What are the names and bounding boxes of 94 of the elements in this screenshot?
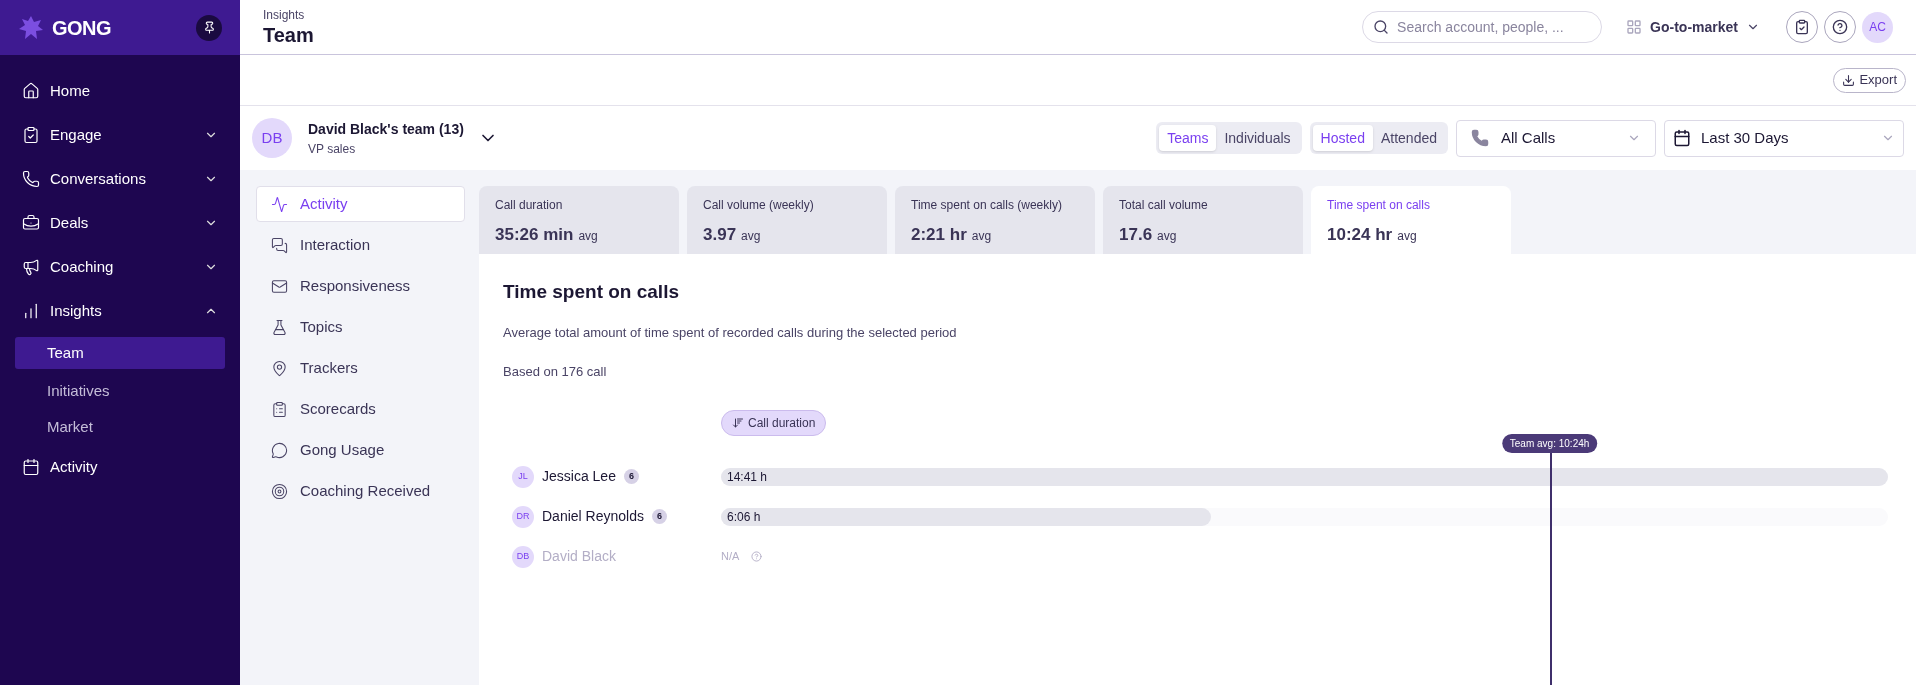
- target-icon: [271, 482, 288, 500]
- duration-bar: 6:06 h: [721, 507, 1212, 526]
- sidebar-item[interactable]: Insights: [0, 289, 240, 333]
- sidebar-subitem[interactable]: Initiatives: [15, 373, 225, 409]
- panel-title: Time spent on calls: [503, 280, 680, 304]
- person-avatar: JL: [512, 465, 534, 488]
- clipboard-icon: [271, 400, 288, 418]
- toggle-tab[interactable]: Hosted: [1312, 125, 1373, 151]
- metric-label: Call volume (weekly): [703, 197, 815, 214]
- pin-button[interactable]: [196, 14, 222, 41]
- pulse-icon: [271, 195, 288, 213]
- metric-unit: avg: [971, 228, 992, 245]
- phone-icon: [1471, 129, 1489, 147]
- metric-value: 10:24 hr: [1327, 224, 1393, 246]
- metric-label: Call duration: [495, 197, 564, 214]
- person-avatar: DB: [512, 545, 534, 568]
- call-count-badge: 6: [623, 469, 639, 484]
- call-type-dropdown[interactable]: All Calls: [1456, 119, 1656, 157]
- workspace-dropdown[interactable]: Go-to-market: [1626, 16, 1760, 38]
- clipboard-icon: [1794, 19, 1810, 35]
- metric-unit: avg: [741, 228, 761, 245]
- calendar-icon: [1673, 129, 1691, 147]
- metric-unit: avg: [578, 228, 598, 245]
- metric-card[interactable]: Time spent on calls 10:24 hr avg: [1311, 186, 1511, 254]
- metric-nav-item[interactable]: Trackers: [256, 350, 465, 386]
- panel-description: Average total amount of time spent of recorded calls during the selected period: [503, 323, 958, 342]
- sidebar-subitem[interactable]: Market: [15, 409, 225, 445]
- sidebar-item[interactable]: Home: [0, 69, 240, 113]
- phone-icon: [22, 170, 40, 188]
- sidebar-item[interactable]: Deals: [0, 201, 240, 245]
- no-data-text: N/A: [721, 549, 740, 565]
- sort-icon: [732, 416, 744, 429]
- user-avatar[interactable]: AC: [1862, 11, 1893, 43]
- page-title: Team: [263, 23, 315, 47]
- team-name[interactable]: David Black's team (13): [308, 118, 464, 140]
- metric-label: Total call volume: [1119, 197, 1209, 214]
- home-icon: [22, 82, 40, 100]
- logo-text: GONG: [52, 15, 112, 41]
- metric-nav-item[interactable]: Scorecards: [256, 391, 465, 427]
- help-icon: [1832, 19, 1848, 35]
- metric-card[interactable]: Call duration 35:26 min avg: [479, 186, 679, 254]
- sidebar-subitem[interactable]: Team: [15, 337, 225, 369]
- team-average-label: Team avg: 10:24h: [1501, 433, 1598, 453]
- metric-unit: avg: [1157, 228, 1177, 245]
- breadcrumb[interactable]: Insights: [263, 7, 1363, 23]
- briefcase-icon: [22, 214, 40, 232]
- sidebar-item[interactable]: Coaching: [0, 245, 240, 289]
- location-pin-icon: [271, 359, 288, 377]
- search-icon: [1373, 19, 1390, 35]
- toggle-tab[interactable]: Individuals: [1216, 125, 1299, 151]
- chat-bubbles-icon: [271, 236, 288, 254]
- search-input[interactable]: Search account, people, ...: [1397, 16, 1592, 38]
- bar-chart-icon: [22, 302, 40, 320]
- metric-nav-item[interactable]: Responsiveness: [256, 268, 465, 304]
- toggle-tab[interactable]: Attended: [1372, 125, 1445, 151]
- sidebar-item[interactable]: Conversations: [0, 157, 240, 201]
- metric-value: 35:26 min: [495, 224, 574, 246]
- metric-card[interactable]: Call volume (weekly) 3.97 avg: [687, 186, 887, 254]
- pin-icon: [202, 21, 216, 34]
- metric-value: 3.97: [703, 224, 737, 246]
- sidebar-item[interactable]: Activity: [0, 445, 240, 489]
- person-avatar: DR: [512, 505, 534, 528]
- metric-nav-item[interactable]: Topics: [256, 309, 465, 345]
- team-role: VP sales: [308, 140, 357, 158]
- sidebar-item[interactable]: Engage: [0, 113, 240, 157]
- team-avatar: DB: [252, 118, 292, 158]
- clipboard-icon: [22, 126, 40, 144]
- metric-card[interactable]: Time spent on calls (weekly) 2:21 hr avg: [895, 186, 1095, 254]
- metric-label: Time spent on calls (weekly): [911, 197, 1063, 214]
- metric-label: Time spent on calls: [1327, 197, 1431, 214]
- person-name[interactable]: Jessica Lee: [542, 466, 616, 487]
- sort-chip[interactable]: Call duration: [721, 409, 827, 436]
- person-name[interactable]: Daniel Reynolds: [542, 506, 644, 527]
- logo-icon: [18, 14, 44, 41]
- grid-icon: [1626, 19, 1643, 35]
- metric-nav-item[interactable]: Coaching Received: [256, 473, 465, 509]
- metric-value: 2:21 hr: [911, 224, 967, 246]
- toggle-tab[interactable]: Teams: [1159, 125, 1217, 151]
- metric-nav-item[interactable]: Gong Usage: [256, 432, 465, 468]
- call-count-badge: 6: [651, 509, 667, 524]
- metric-nav-item[interactable]: Activity: [256, 186, 465, 222]
- date-range-dropdown[interactable]: Last 30 Days: [1664, 119, 1904, 157]
- metric-nav-item[interactable]: Interaction: [256, 227, 465, 263]
- calendar-icon: [22, 458, 40, 476]
- envelope-icon: [271, 277, 288, 295]
- metric-unit: avg: [1397, 228, 1417, 245]
- duration-bar: 14:41 h: [721, 467, 1888, 486]
- flask-icon: [271, 318, 288, 336]
- megaphone-icon: [22, 258, 40, 276]
- download-icon: [1842, 73, 1856, 87]
- chat-bubble-icon: [271, 441, 288, 459]
- metric-card[interactable]: Total call volume 17.6 avg: [1103, 186, 1303, 254]
- call-count: Based on 176 call: [503, 363, 608, 381]
- metric-value: 17.6: [1119, 224, 1153, 246]
